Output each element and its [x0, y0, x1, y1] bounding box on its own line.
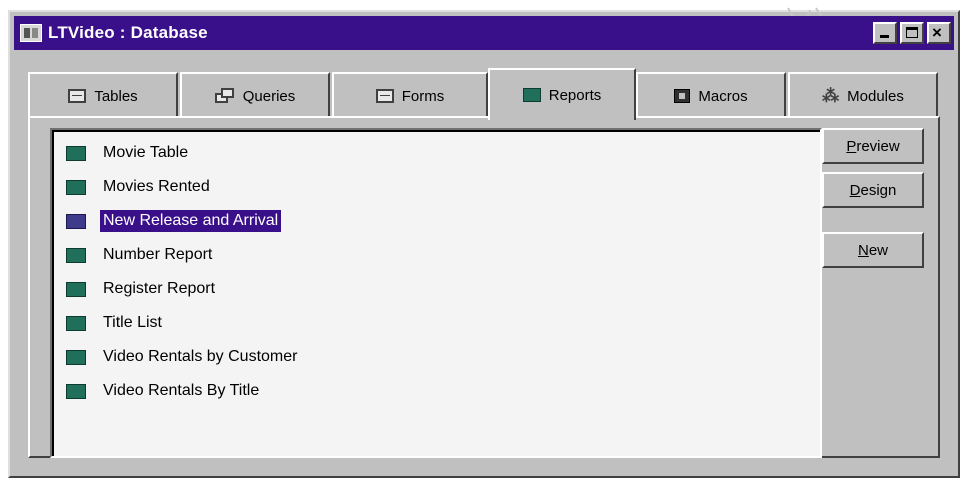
preview-button-label: Preview: [846, 137, 900, 155]
list-item-label: Title List: [103, 314, 162, 331]
tab-label: Forms: [401, 87, 445, 105]
tab-tables[interactable]: Tables: [28, 72, 178, 118]
database-app-icon[interactable]: [20, 24, 42, 42]
report-icon: [66, 145, 86, 161]
list-item-label: Video Rentals By Title: [103, 382, 260, 399]
tab-queries[interactable]: Queries: [180, 72, 330, 118]
list-item-label: Movie Table: [103, 144, 189, 161]
report-icon: [66, 179, 86, 195]
tab-label: Macros: [698, 87, 748, 105]
window-title: LTVideo : Database: [48, 23, 208, 42]
tab-forms[interactable]: Forms: [332, 72, 488, 118]
preview-button[interactable]: Preview: [822, 128, 924, 164]
design-button[interactable]: Design: [822, 172, 924, 208]
title-bar[interactable]: LTVideo : Database ×: [14, 16, 954, 50]
tab-label: Reports: [548, 86, 602, 104]
form-icon: [375, 89, 394, 103]
query-icon: [214, 88, 235, 104]
new-button-label: New: [857, 241, 889, 259]
list-item-label: Video Rentals by Customer: [103, 348, 298, 365]
report-icon: [66, 349, 86, 365]
list-item[interactable]: Movies Rented: [66, 174, 213, 200]
tab-modules[interactable]: ⁂ Modules: [788, 72, 938, 118]
tab-reports[interactable]: Reports: [488, 68, 636, 120]
module-icon: ⁂: [822, 86, 840, 105]
list-item-label: Movies Rented: [103, 178, 210, 195]
report-icon: [66, 213, 86, 229]
tab-macros[interactable]: Macros: [636, 72, 786, 118]
close-icon: ×: [932, 23, 942, 42]
table-icon: [68, 89, 87, 103]
list-item[interactable]: Movie Table: [66, 140, 191, 166]
list-item-label: Number Report: [103, 246, 213, 263]
list-item[interactable]: Number Report: [66, 242, 215, 268]
list-item[interactable]: Register Report: [66, 276, 218, 302]
minimize-button[interactable]: [873, 22, 897, 44]
report-icon: [522, 88, 541, 102]
minimize-icon: [880, 35, 889, 38]
design-button-label: Design: [849, 181, 897, 199]
maximize-icon: [906, 27, 918, 38]
maximize-button[interactable]: [900, 22, 924, 44]
list-item-label: Register Report: [103, 280, 216, 297]
report-icon: [66, 315, 86, 331]
close-button[interactable]: ×: [927, 22, 951, 44]
database-window: LTVideo : Database × Tables Queries Form…: [8, 7, 960, 478]
list-item[interactable]: Video Rentals By Title: [66, 378, 262, 404]
tab-label: Tables: [94, 87, 138, 105]
object-tabs: Tables Queries Forms Reports Macros ⁂ Mo…: [28, 68, 940, 120]
report-icon: [66, 281, 86, 297]
list-item[interactable]: Title List: [66, 310, 165, 336]
reports-list[interactable]: Movie Table Movies Rented New Release an…: [50, 128, 822, 458]
report-icon: [66, 247, 86, 263]
report-icon: [66, 383, 86, 399]
reports-panel: Movie Table Movies Rented New Release an…: [28, 116, 940, 458]
tab-label: Modules: [847, 87, 904, 105]
list-item-label: New Release and Arrival: [100, 210, 282, 232]
new-button[interactable]: New: [822, 232, 924, 268]
list-item-selected[interactable]: New Release and Arrival: [66, 208, 282, 234]
macro-icon: [674, 89, 691, 103]
list-item[interactable]: Video Rentals by Customer: [66, 344, 300, 370]
tab-label: Queries: [242, 87, 296, 105]
